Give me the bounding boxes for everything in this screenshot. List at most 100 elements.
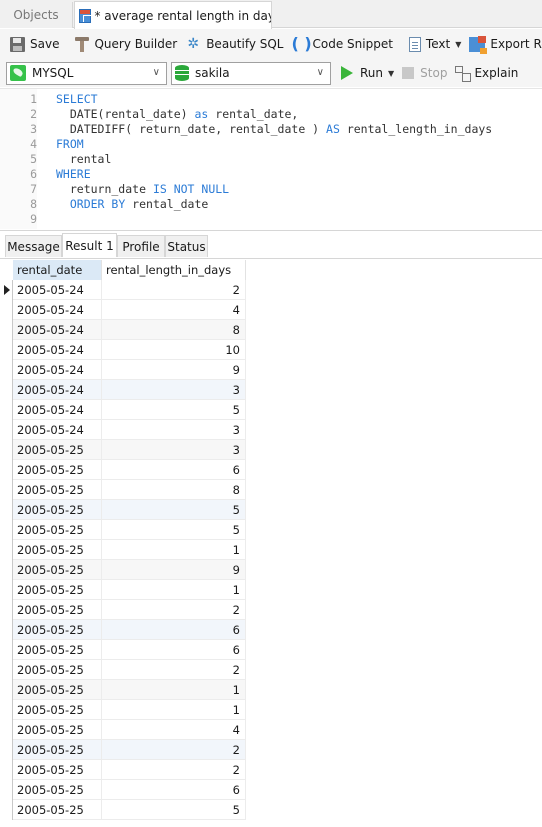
cell-rental-date[interactable]: 2005-05-24 [13,300,102,320]
table-row[interactable]: 2005-05-24 10 [0,340,246,360]
row-indicator[interactable] [0,520,13,540]
table-row[interactable]: 2005-05-25 6 [0,780,246,800]
cell-rental-date[interactable]: 2005-05-25 [13,800,102,820]
code-snippet-button[interactable]: ( ) Code Snippet [288,32,397,56]
table-row[interactable]: 2005-05-24 3 [0,420,246,440]
table-row[interactable]: 2005-05-25 9 [0,560,246,580]
export-result-button[interactable]: Export Result [465,32,542,56]
cell-rental-length[interactable]: 9 [102,560,246,580]
row-indicator[interactable] [0,340,13,360]
table-row[interactable]: 2005-05-25 5 [0,500,246,520]
cell-rental-date[interactable]: 2005-05-25 [13,720,102,740]
stop-button[interactable]: Stop [402,66,447,80]
save-button[interactable]: Save [6,32,63,56]
tab-query[interactable]: * average rental length in days ... [74,1,272,29]
row-indicator[interactable] [0,480,13,500]
cell-rental-date[interactable]: 2005-05-25 [13,500,102,520]
cell-rental-length[interactable]: 2 [102,280,246,300]
cell-rental-date[interactable]: 2005-05-25 [13,620,102,640]
database-select[interactable]: sakila ∨ [171,61,331,85]
cell-rental-length[interactable]: 9 [102,360,246,380]
table-row[interactable]: 2005-05-25 1 [0,700,246,720]
cell-rental-date[interactable]: 2005-05-25 [13,680,102,700]
table-row[interactable]: 2005-05-24 4 [0,300,246,320]
tab-status[interactable]: Status [165,235,208,257]
row-indicator[interactable] [0,460,13,480]
cell-rental-date[interactable]: 2005-05-24 [13,280,102,300]
row-indicator[interactable] [0,400,13,420]
tab-objects[interactable]: Objects [0,2,73,28]
beautify-sql-button[interactable]: ✲ Beautify SQL [181,32,287,56]
cell-rental-length[interactable]: 8 [102,480,246,500]
dropdown-caret-icon[interactable]: ▼ [455,40,461,49]
column-header-rental-date[interactable]: rental_date [13,260,102,280]
table-row[interactable]: 2005-05-24 3 [0,380,246,400]
table-row[interactable]: 2005-05-25 2 [0,600,246,620]
cell-rental-length[interactable]: 5 [102,520,246,540]
row-indicator[interactable] [0,600,13,620]
row-indicator[interactable] [0,620,13,640]
cell-rental-date[interactable]: 2005-05-25 [13,540,102,560]
row-indicator[interactable] [0,560,13,580]
table-row[interactable]: 2005-05-25 4 [0,720,246,740]
explain-button[interactable]: Explain [455,65,518,82]
row-indicator[interactable] [0,800,13,820]
run-button[interactable]: Run ▼ [341,66,394,80]
row-indicator[interactable] [0,540,13,560]
row-indicator[interactable] [0,700,13,720]
row-indicator[interactable] [0,720,13,740]
text-output-button[interactable]: Text ▼ [405,32,465,56]
cell-rental-length[interactable]: 6 [102,460,246,480]
table-row[interactable]: 2005-05-25 5 [0,800,246,820]
row-indicator[interactable] [0,440,13,460]
cell-rental-date[interactable]: 2005-05-24 [13,380,102,400]
table-row[interactable]: 2005-05-25 1 [0,540,246,560]
table-row[interactable]: 2005-05-25 8 [0,480,246,500]
tab-message[interactable]: Message [5,235,62,257]
cell-rental-length[interactable]: 10 [102,340,246,360]
table-row[interactable]: 2005-05-24 2 [0,280,246,300]
cell-rental-date[interactable]: 2005-05-25 [13,660,102,680]
cell-rental-length[interactable]: 5 [102,400,246,420]
table-row[interactable]: 2005-05-25 5 [0,520,246,540]
row-indicator[interactable] [0,760,13,780]
table-row[interactable]: 2005-05-25 6 [0,460,246,480]
cell-rental-date[interactable]: 2005-05-24 [13,420,102,440]
column-header-rental-length[interactable]: rental_length_in_days [102,260,246,280]
row-indicator[interactable] [0,740,13,760]
cell-rental-length[interactable]: 2 [102,760,246,780]
cell-rental-date[interactable]: 2005-05-25 [13,460,102,480]
cell-rental-date[interactable]: 2005-05-25 [13,740,102,760]
cell-rental-length[interactable]: 6 [102,640,246,660]
cell-rental-date[interactable]: 2005-05-25 [13,760,102,780]
cell-rental-length[interactable]: 5 [102,800,246,820]
table-row[interactable]: 2005-05-24 8 [0,320,246,340]
row-indicator[interactable] [0,420,13,440]
cell-rental-length[interactable]: 3 [102,380,246,400]
cell-rental-length[interactable]: 1 [102,680,246,700]
cell-rental-date[interactable]: 2005-05-24 [13,340,102,360]
cell-rental-date[interactable]: 2005-05-25 [13,580,102,600]
cell-rental-length[interactable]: 5 [102,500,246,520]
tab-profile[interactable]: Profile [117,235,165,257]
row-indicator[interactable] [0,300,13,320]
cell-rental-length[interactable]: 1 [102,580,246,600]
table-row[interactable]: 2005-05-25 3 [0,440,246,460]
cell-rental-length[interactable]: 3 [102,420,246,440]
cell-rental-date[interactable]: 2005-05-24 [13,360,102,380]
row-indicator[interactable] [0,640,13,660]
cell-rental-length[interactable]: 4 [102,720,246,740]
row-indicator[interactable] [0,380,13,400]
cell-rental-length[interactable]: 1 [102,540,246,560]
sql-editor[interactable]: 1 SELECT 2 DATE(rental_date) as rental_dat… [0,88,542,229]
cell-rental-length[interactable]: 8 [102,320,246,340]
cell-rental-date[interactable]: 2005-05-24 [13,320,102,340]
cell-rental-date[interactable]: 2005-05-25 [13,520,102,540]
table-row[interactable]: 2005-05-25 1 [0,580,246,600]
cell-rental-date[interactable]: 2005-05-25 [13,780,102,800]
run-dropdown-caret-icon[interactable]: ▼ [388,69,394,78]
row-indicator[interactable] [0,780,13,800]
row-indicator[interactable] [0,680,13,700]
cell-rental-date[interactable]: 2005-05-25 [13,560,102,580]
cell-rental-length[interactable]: 4 [102,300,246,320]
